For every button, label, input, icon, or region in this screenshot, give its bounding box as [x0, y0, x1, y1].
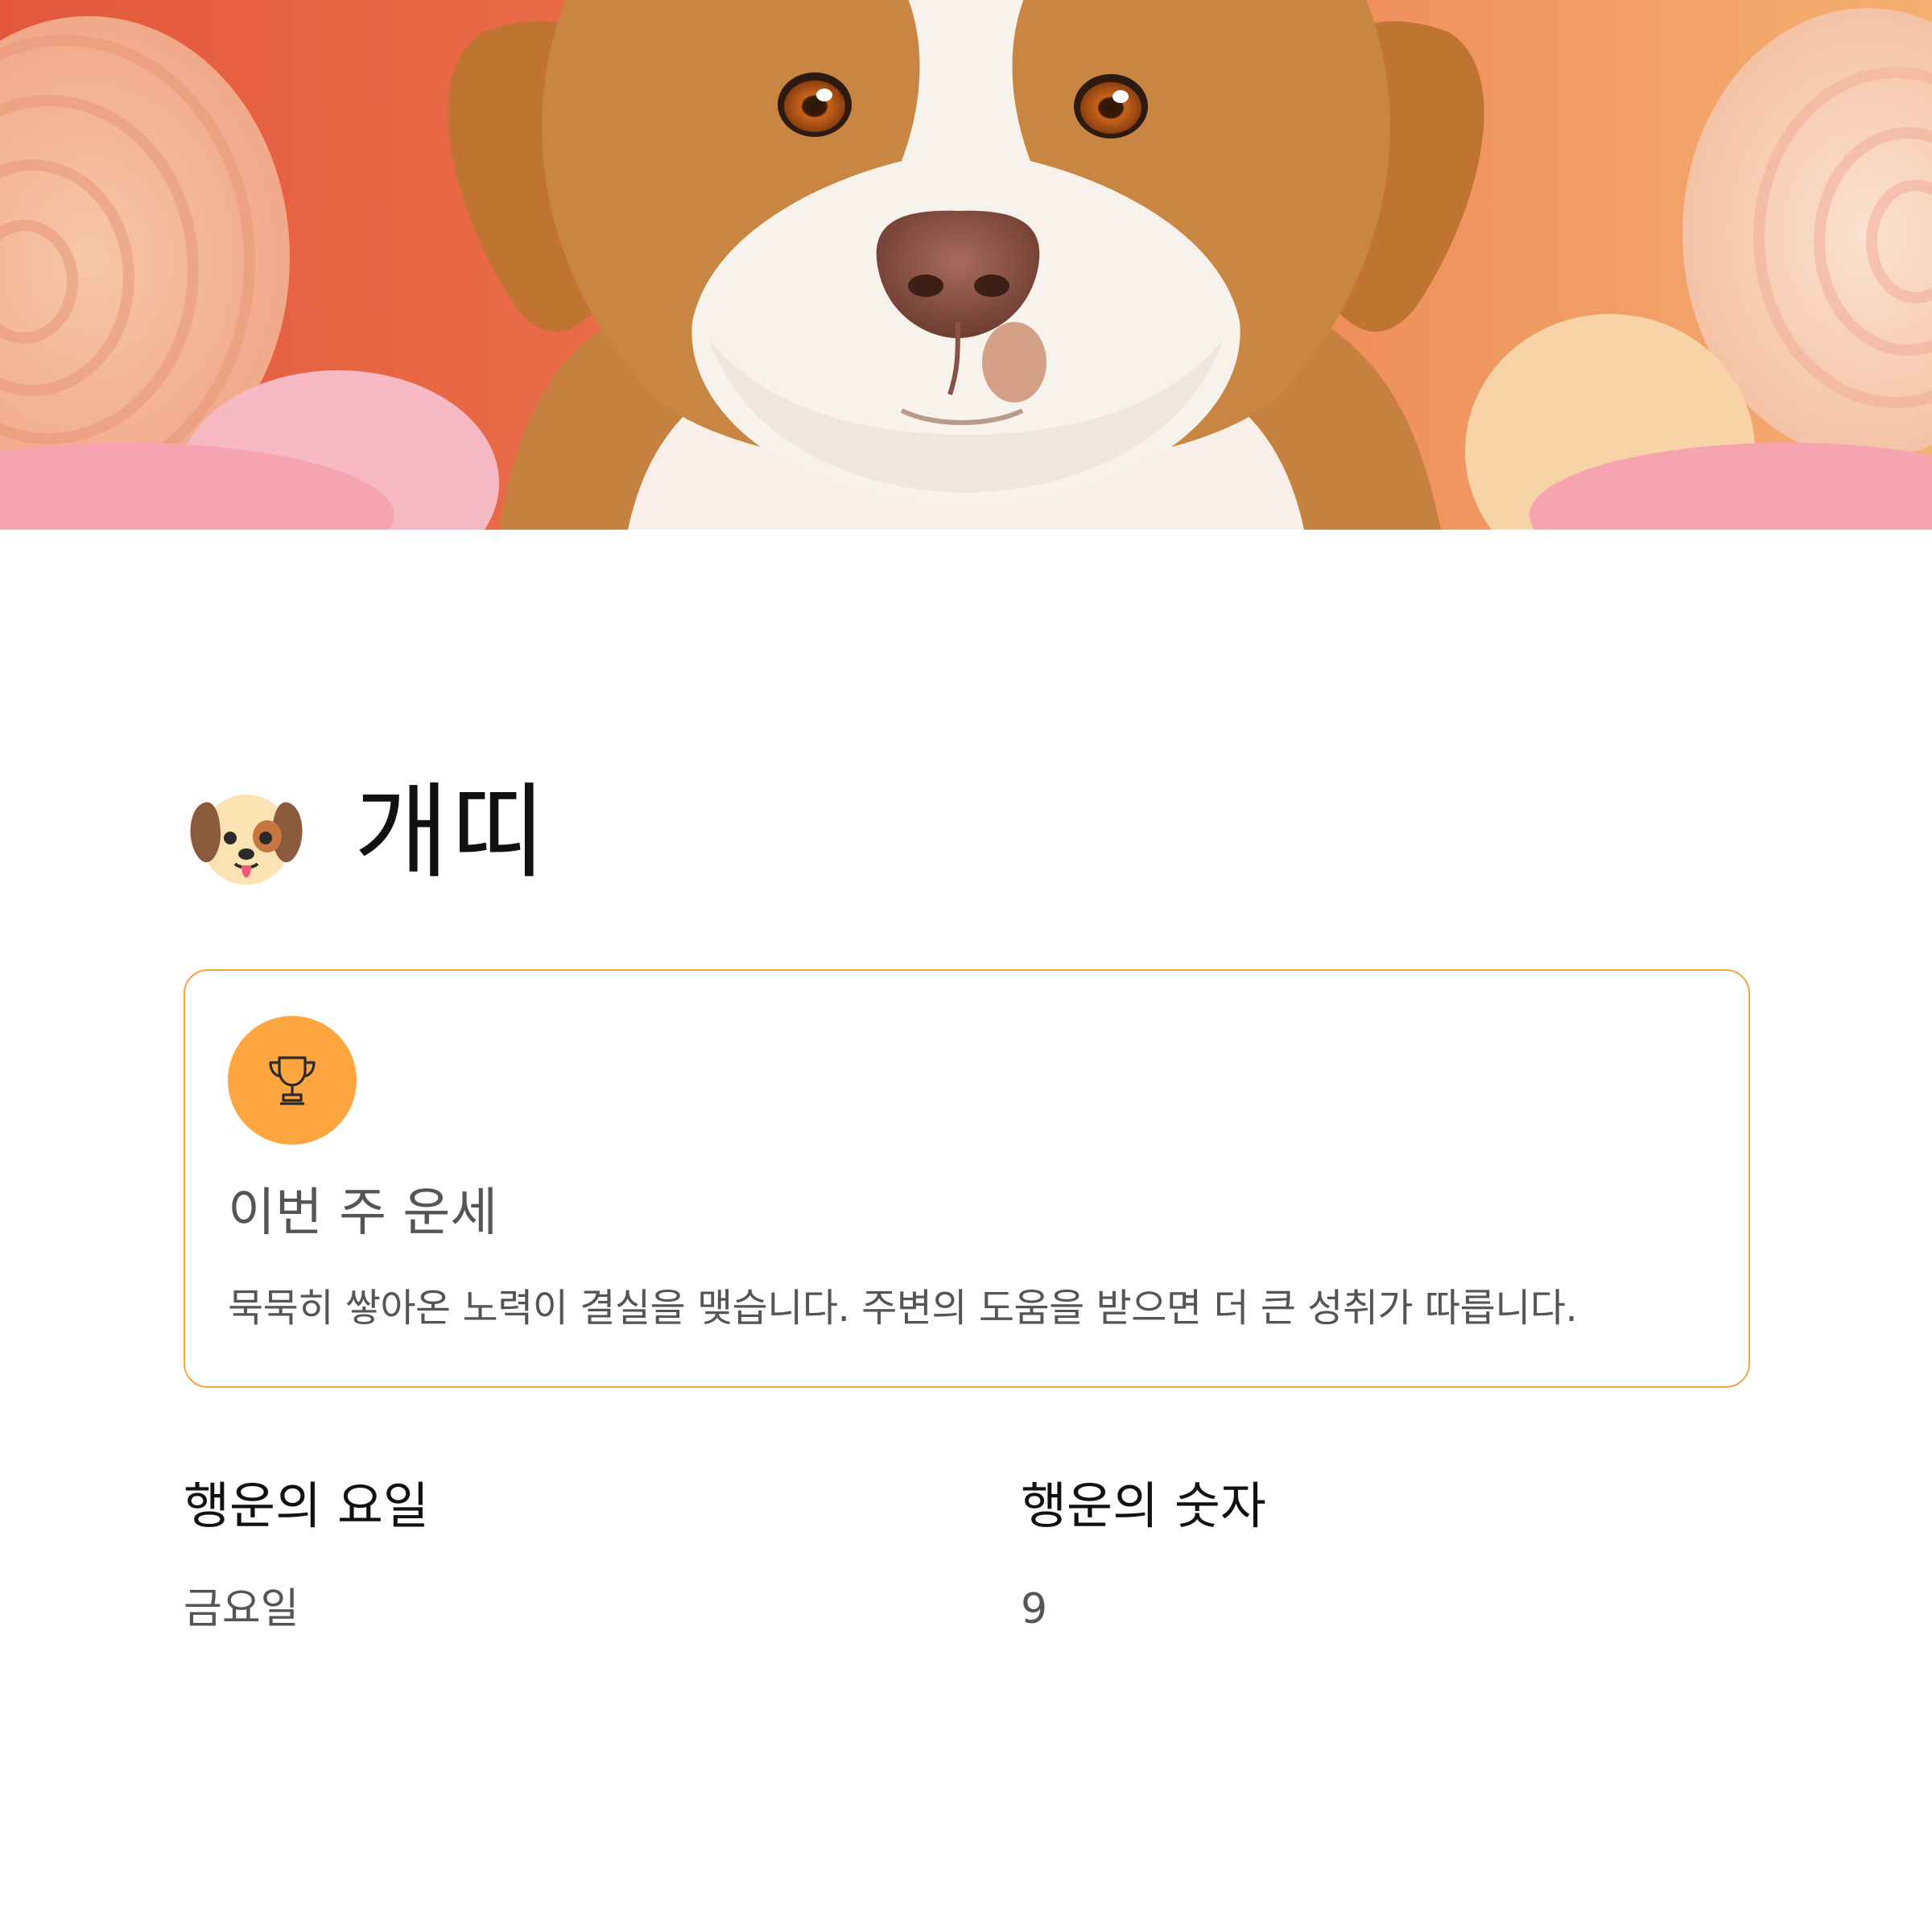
dog-face-icon — [190, 795, 303, 885]
zodiac-header: 개띠 — [184, 773, 547, 894]
trophy-icon — [269, 1056, 316, 1105]
zodiac-title: 개띠 — [354, 773, 547, 893]
lucky-number-section: 행운의 숫자 9 — [1021, 1470, 1266, 1637]
fortune-description: 묵묵히 쌓아온 노력이 결실을 맺습니다. 주변의 도움을 받으면 더 큰 성취… — [228, 1286, 1578, 1331]
weekly-fortune-card: 이번 주 운세 묵묵히 쌓아온 노력이 결실을 맺습니다. 주변의 도움을 받으… — [184, 969, 1750, 1388]
lucky-day-section: 행운의 요일 금요일 — [184, 1470, 429, 1637]
trophy-badge — [228, 1016, 357, 1145]
fortune-page: 개띠 이번 주 운세 묵묵히 쌓아온 노력이 결실을 맺습니다. 주변의 도움을… — [0, 0, 1932, 1932]
lucky-day-label: 행운의 요일 — [184, 1476, 429, 1535]
lucky-number-value: 9 — [1021, 1585, 1048, 1633]
hero-dog-image — [0, 0, 1932, 530]
lucky-number-label: 행운의 숫자 — [1021, 1476, 1266, 1535]
lucky-day-value: 금요일 — [184, 1585, 299, 1633]
fortune-title: 이번 주 운세 — [228, 1183, 498, 1243]
